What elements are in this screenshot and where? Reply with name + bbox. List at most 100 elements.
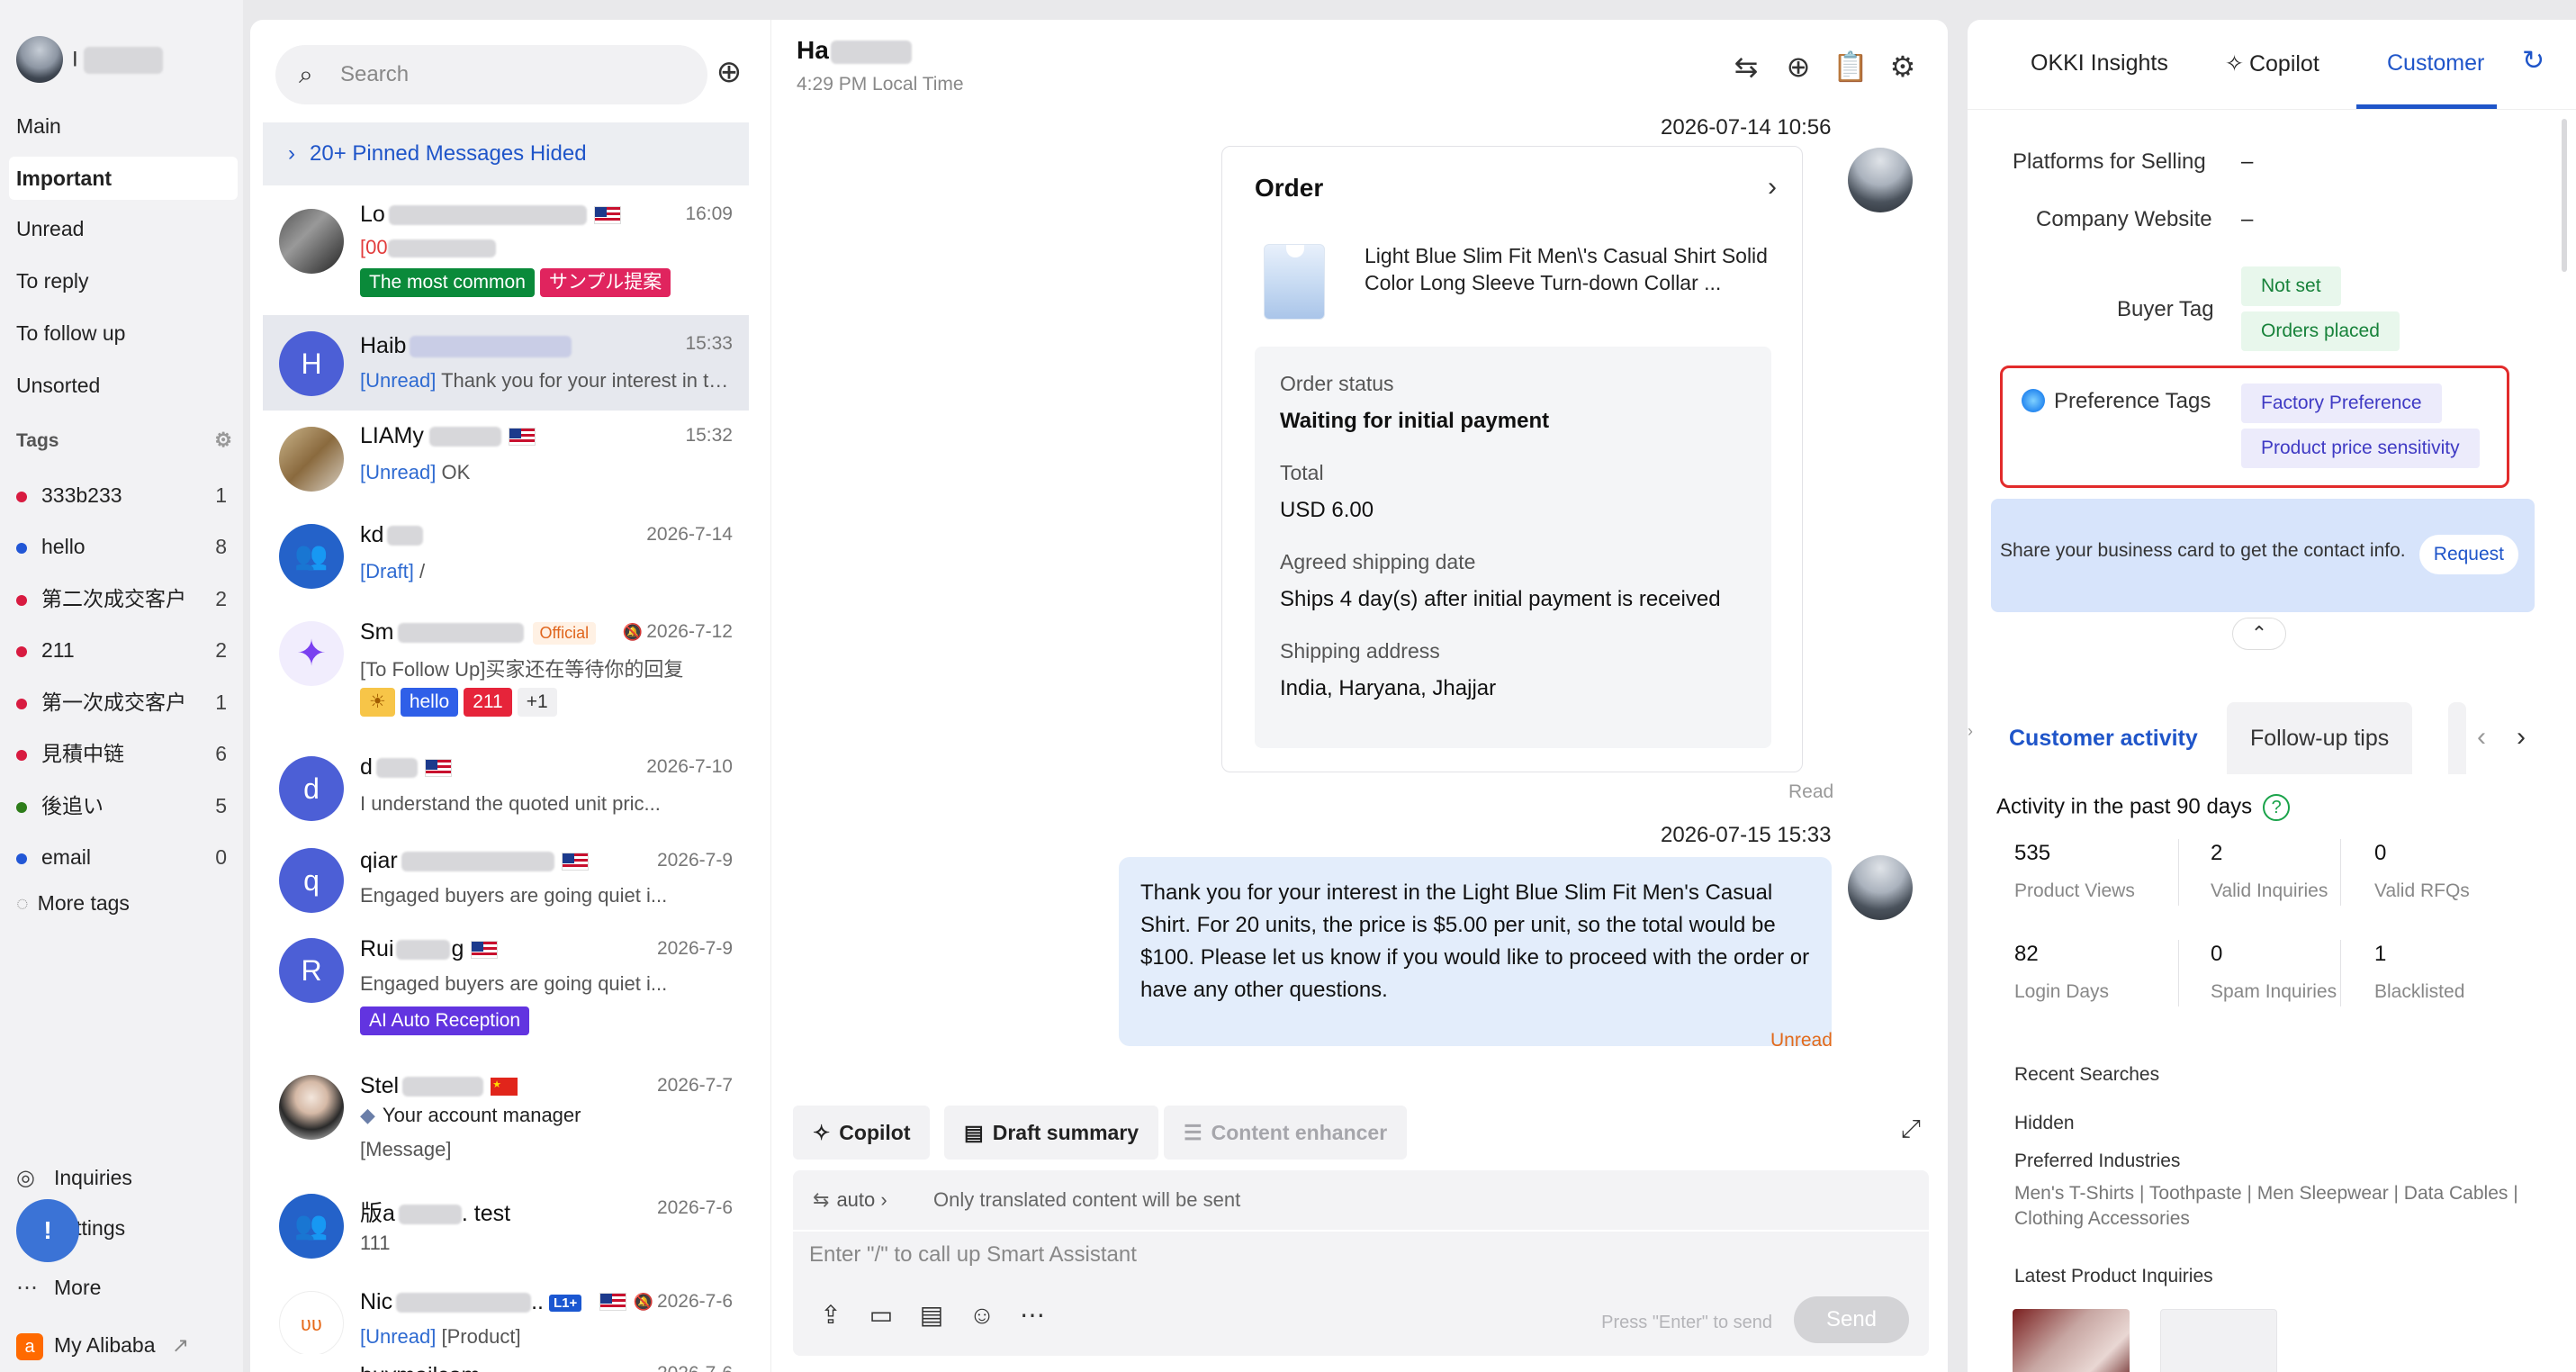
tag-item[interactable]: email 0 [16,839,227,875]
tag-item[interactable]: 第二次成交客户 2 [16,581,227,617]
tag-item[interactable]: 後追い 5 [16,788,227,824]
nav-more[interactable]: ⋯ More [16,1269,101,1305]
conversation-item[interactable]: Lo 16:09 [00 The most common サンプル提案 [263,187,749,315]
external-link-icon: ↗ [171,1333,190,1357]
avatar: d [279,756,344,821]
stat-product-views: 535 Product Views [2014,841,2135,901]
search-box[interactable]: ⌕ [275,45,707,104]
clipboard-icon[interactable]: 📋 [1829,45,1872,88]
us-flag-icon [599,1293,626,1312]
translation-hint: Only translated content will be sent [933,1188,1241,1211]
ai-sparkle-icon [2022,389,2045,412]
mute-icon: 🔕 [633,1293,653,1311]
nav-item-unread[interactable]: Unread [9,207,238,250]
tag-color-dot [16,801,27,813]
conversation-item[interactable]: buymailcom 2026-7-6 [263,1354,749,1372]
stat-spam-inquiries: 0 Spam Inquiries [2211,942,2337,1002]
copilot-button[interactable]: ✧ Copilot [793,1106,931,1160]
tag-item[interactable]: 211 2 [16,632,227,668]
message-input[interactable] [809,1242,1907,1287]
support-chat-icon[interactable]: ! [16,1199,79,1262]
request-button[interactable]: Request [2418,535,2518,574]
nav-item-important[interactable]: Important [9,157,238,200]
pinned-messages-banner[interactable]: › 20+ Pinned Messages Hided [263,122,749,185]
tag-item[interactable]: hello 8 [16,528,227,564]
translate-icon[interactable]: ⇆ [1725,45,1768,88]
tag-item[interactable]: 333b233 1 [16,477,227,513]
nav-item-to-reply[interactable]: To reply [9,259,238,302]
conversation-item[interactable]: LIAMy 15:32 [Unread] OK [263,411,749,508]
chevron-right-icon[interactable]: › [1768,172,1777,203]
sender-avatar [1848,148,1913,212]
content-enhancer-button[interactable]: ☰ Content enhancer [1164,1106,1408,1160]
quick-reply-icon[interactable]: ⊕ [1777,45,1820,88]
user-avatar[interactable] [16,36,63,83]
draft-summary-button[interactable]: ▤ Draft summary [944,1106,1159,1160]
us-flag-icon [508,428,536,447]
tag-color-dot [16,749,27,761]
sparkle-icon: ✦ [279,621,344,686]
left-nav: I Main Important Unread To reply To foll… [0,0,243,1372]
avatar [279,427,344,492]
nav-item-main[interactable]: Main [9,104,238,148]
preferred-industries: Men's T-Shirts | Toothpaste | Men Sleepw… [2014,1183,2518,1229]
refresh-icon[interactable]: ↻ [2522,45,2544,77]
search-input[interactable] [340,58,682,92]
order-card[interactable]: Order › Light Blue Slim Fit Men\'s Casua… [1221,146,1803,772]
activity-title: Activity in the past 90 days? [1996,794,2291,821]
conversation-item[interactable]: H Haib 15:33 [Unread] Thank you for your… [263,315,749,411]
conversation-item[interactable]: Stel ★ 2026-7-7 ◆ Your account manager [Me… [263,1059,749,1181]
more-tags-link[interactable]: ◌ More tags [16,891,130,916]
tab-customer[interactable]: Customer [2387,50,2484,77]
more-dots-icon: ⋯ [16,1276,38,1300]
conversation-item[interactable]: R Rui g 2026-7-9 Engaged buyers are going… [263,927,749,1059]
contact-settings-icon[interactable]: ⚙ [1881,45,1924,88]
conversation-item[interactable]: 👥 kd 2026-7-14 [Draft] / [263,508,749,605]
more-dots-icon[interactable]: ⋯ [1014,1300,1050,1330]
tab-copilot[interactable]: ✧ Copilot [2225,50,2319,77]
tag-color-dot [16,542,27,554]
keyboard-avatar [279,209,344,274]
gear-icon[interactable]: ⚙ [214,429,232,452]
nav-item-to-follow-up[interactable]: To follow up [9,311,238,355]
product-thumbnail[interactable] [2160,1309,2277,1372]
help-icon[interactable]: ? [2263,794,2291,821]
product-icon[interactable]: ▭ [863,1300,899,1330]
conversation-item[interactable]: d d 2026-7-10 I understand the quoted un… [263,740,749,837]
conversation-item[interactable]: 👥 版a. test 2026-7-6 111 [263,1181,749,1278]
tag-chip: +1 [517,688,557,717]
conversation-item[interactable]: ✦ Sm Official 🔕 2026-7-12 [To Follow Up]买家… [263,605,749,740]
tab-okki-insights[interactable]: OKKI Insights [2031,50,2168,77]
quote-icon[interactable]: ▤ [914,1300,950,1330]
upload-icon[interactable]: ⇪ [813,1300,849,1330]
preference-tag: Factory Preference [2241,384,2442,423]
new-chat-icon[interactable]: ⊕ [702,45,756,99]
diamond-icon: ◆ [360,1104,375,1126]
nav-item-unsorted[interactable]: Unsorted [9,364,238,407]
chevron-up-icon[interactable]: ⌃ [2232,618,2286,650]
nav-my-alibaba[interactable]: a My Alibaba ↗ [16,1327,189,1363]
tag-item[interactable]: 第一次成交客户 1 [16,684,227,720]
tab-follow-up-tips[interactable]: Follow-up tips [2227,702,2413,774]
collapse-handle-icon[interactable]: › [1968,722,1973,741]
document-icon: ▤ [964,1121,984,1144]
stat-blacklisted: 1 Blacklisted [2374,942,2465,1002]
emoji-icon[interactable]: ☺ [964,1301,1000,1330]
us-flag-icon [424,759,452,778]
avatar: q [279,848,344,913]
tag-item[interactable]: 見積中链 6 [16,736,227,772]
product-thumbnail[interactable] [2013,1309,2130,1372]
send-button[interactable]: Send [1794,1296,1909,1343]
language-selector[interactable]: ⇆ auto › [813,1188,887,1212]
chevron-right-icon[interactable]: › [2517,722,2526,753]
expand-icon[interactable]: ⤢ [1901,1115,1921,1144]
sparkle-icon: ✧ [2225,51,2244,77]
conversation-item[interactable]: q qiar 2026-7-9 Engaged buyers are going… [263,837,749,927]
stat-login-days: 82 Login Days [2014,942,2110,1002]
nav-inquiries[interactable]: ◎ Inquiries [16,1160,132,1196]
chevron-left-icon[interactable]: ‹ [2477,722,2486,753]
message-composer: ⇆ auto › Only translated content will be … [793,1170,1929,1356]
tab-customer-activity[interactable]: Customer activity [1986,702,2221,774]
chevron-right-icon: › [880,1188,887,1211]
scrollbar[interactable] [2562,119,2567,272]
